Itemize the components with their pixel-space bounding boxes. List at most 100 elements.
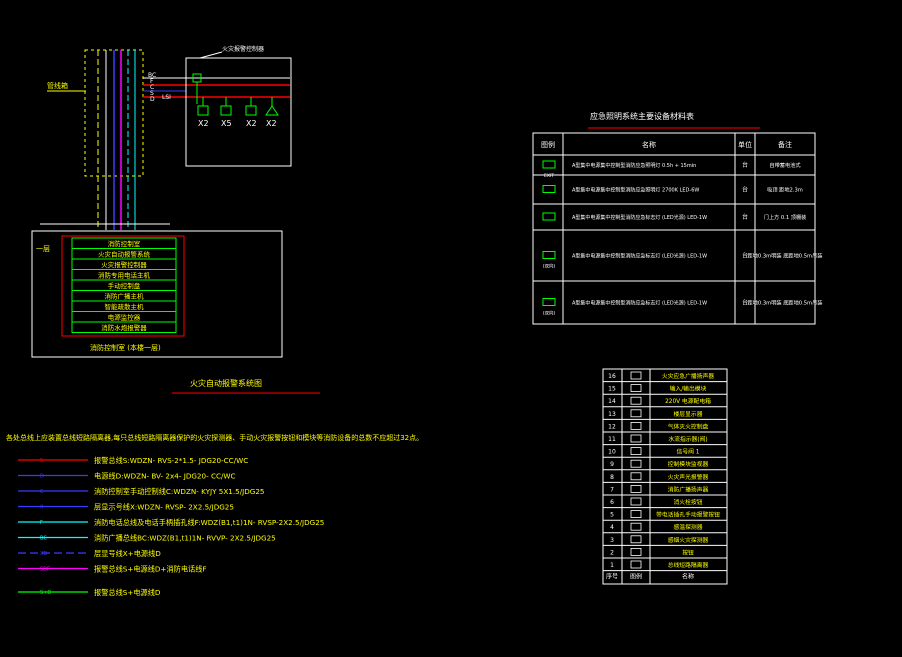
symbol-number: 8	[610, 474, 614, 481]
symbol-name: 220V 电源配电箱	[665, 397, 711, 405]
materials-header: 名称	[642, 140, 656, 149]
materials-name: A型集中电源集中控制型消防应急标志灯 (LED光源) LED-1W	[572, 214, 707, 221]
materials-legend-text: (双向)	[543, 263, 556, 270]
symbol-name: 火灾声光报警器	[668, 473, 709, 481]
symbol-icon	[630, 484, 642, 493]
panel-row-label: 消防专用电话主机	[98, 271, 151, 280]
symbol-icon	[630, 409, 642, 418]
symbol-icon	[630, 459, 642, 468]
line-tag-d: D	[150, 96, 155, 103]
device-label: X2	[246, 119, 257, 128]
panel-row-label: 火灾自动报警系统	[98, 250, 151, 259]
symbol-name: 消火栓按钮	[674, 498, 703, 506]
panel-list: 消防控制室火灾自动报警系统火灾报警控制器消防专用电话主机手动控制盘消防广播主机智…	[71, 237, 177, 333]
symbols-footer-name: 名称	[682, 573, 694, 581]
symbol-number: 12	[608, 423, 616, 430]
control-room-box	[31, 230, 283, 358]
panel-row-label: 消防广播主机	[105, 292, 145, 301]
symbol-name: 带电话插孔手动报警按钮	[656, 511, 720, 519]
symbol-icon	[630, 384, 642, 393]
symbol-number: 4	[610, 524, 614, 531]
symbol-icon	[630, 434, 642, 443]
cad-drawing: 管线箱 BC F C S D LSI 火灾报警控制器 X2 X5 X2 X2 一…	[6, 45, 822, 597]
heat-detector-icon	[220, 105, 232, 116]
materials-name: A型集中电源集中控制型消防应急标志灯 (LED光源) LED-1W	[572, 300, 707, 307]
symbol-name: 总线短路隔离器	[668, 561, 709, 569]
materials-legend-text: EXIT	[544, 173, 554, 179]
legend-tag: D	[40, 474, 44, 480]
controller-box	[185, 57, 292, 167]
symbol-icon	[630, 472, 642, 481]
symbol-number: 2	[610, 549, 614, 556]
symbol-icon	[630, 497, 642, 506]
symbol-icon	[630, 560, 642, 569]
materials-name: A型集中电源集中控制型消防应急照明灯 0.5h + 15min	[572, 162, 696, 169]
materials-header: 备注	[778, 140, 792, 149]
symbol-number: 3	[610, 537, 614, 544]
symbol-number: 15	[608, 386, 616, 393]
materials-legend-icon	[542, 160, 556, 169]
symbol-name: 按钮	[682, 548, 694, 556]
materials-grid: 图例 名称 单位 备注 EXIT A型集中电源集中控制型消防应急照明灯 0.5h + 15…	[533, 133, 822, 324]
symbol-name: 气体灭火控制盘	[668, 422, 709, 430]
panel-row-label: 火灾报警控制器	[101, 260, 147, 269]
legend-tag: C	[40, 489, 44, 495]
speaker-icon	[265, 105, 279, 116]
symbols-grid: 16 火灾应急广播扬声器15 输入/输出模块14 220V 电源配电箱13 楼层显示器1…	[603, 369, 727, 584]
legend-label: 消防电话总线及电话手柄插孔线F:WDZ(B1,t1)1N- RVSP-2X2.5…	[94, 518, 324, 527]
symbol-number: 11	[608, 436, 616, 443]
symbol-name: 消防广播扬声器	[668, 485, 709, 493]
legend-tag: S	[40, 458, 43, 464]
legend-tag: F	[40, 520, 43, 526]
symbol-name: 楼层显示器	[674, 410, 703, 418]
symbol-number: 1	[610, 562, 614, 569]
general-note: 各处总线上应装置总线短路隔离器,每只总线短路隔离器保护的火灾探测器、手动火灾报警…	[6, 433, 423, 442]
panel-row-label: 智能疏散主机	[105, 302, 145, 311]
floor-label: 一层	[36, 245, 50, 253]
manual-alarm-icon	[245, 105, 257, 116]
legend-label: 消防广播总线BC:WDZ(B1,t1)1N- RVVP- 2X2.5/JDG25	[94, 534, 276, 543]
materials-frame	[532, 132, 816, 325]
symbol-number: 13	[608, 411, 616, 418]
symbol-name: 水流指示器(阀)	[668, 435, 707, 443]
legend-tag: SDF	[40, 567, 50, 573]
legend-label: 报警总线S+电源线D+消防电话线F	[94, 565, 207, 574]
symbol-number: 5	[610, 512, 614, 519]
symbol-icon	[630, 522, 642, 531]
legend-tag: S+D	[40, 590, 51, 596]
symbol-number: 9	[610, 461, 614, 468]
materials-name: A型集中电源集中控制型消防应急标志灯 (LED光源) LED-1W	[572, 253, 707, 260]
symbol-icon	[630, 371, 642, 380]
legend-tag: XD	[40, 551, 47, 557]
materials-note: 门上方 0.1 顶棚装	[764, 213, 807, 221]
materials-header: 图例	[541, 140, 555, 149]
materials-table: 应急照明系统主要设备材料表 图例 名称 单位 备注 EXIT A型集中电源集中控制型消防应…	[532, 111, 822, 325]
module-tag: LSI	[162, 94, 171, 101]
materials-note: 自带蓄电池式	[769, 161, 801, 169]
symbols-footer-no: 序号	[606, 573, 618, 581]
symbol-icon	[630, 421, 642, 430]
materials-legend-icon	[542, 185, 556, 193]
panel-row-label: 电源监控器	[108, 313, 141, 322]
legend-tag: BC	[40, 536, 47, 542]
line-legend: S 报警总线S:WDZN- RVS-2*1.5- JDG20-CC/WC D 电源线D…	[18, 456, 324, 597]
symbol-name: 感温探测器	[674, 523, 703, 531]
device-label: X2	[266, 119, 277, 128]
symbol-name: 输入/输出模块	[670, 385, 707, 393]
symbol-icon	[630, 447, 642, 456]
materials-note: 距地0.3m明装 底距地0.5m吊装	[748, 299, 823, 307]
symbol-number: 14	[608, 398, 616, 405]
symbols-table: 16 火灾应急广播扬声器15 输入/输出模块14 220V 电源配电箱13 楼层显示器1…	[602, 368, 728, 585]
symbol-number: 16	[608, 373, 616, 380]
controller-label-leader	[199, 51, 223, 59]
symbol-name: 信号阀 1	[677, 448, 700, 456]
legend-label: 层显示号线X:WDZN- RVSP- 2X2.5/JDG25	[94, 503, 234, 512]
panel-row-label: 消防控制室	[108, 239, 141, 248]
materials-unit: 台	[742, 186, 748, 194]
symbol-name: 感烟火灾探测器	[668, 536, 709, 544]
materials-note: 距地0.3m明装 底距地0.5m吊装	[748, 252, 823, 260]
symbol-name: 控制模块监视器	[668, 460, 709, 468]
symbol-icon	[630, 396, 642, 405]
symbols-footer-legend: 图例	[630, 573, 642, 581]
symbol-number: 10	[608, 449, 616, 456]
